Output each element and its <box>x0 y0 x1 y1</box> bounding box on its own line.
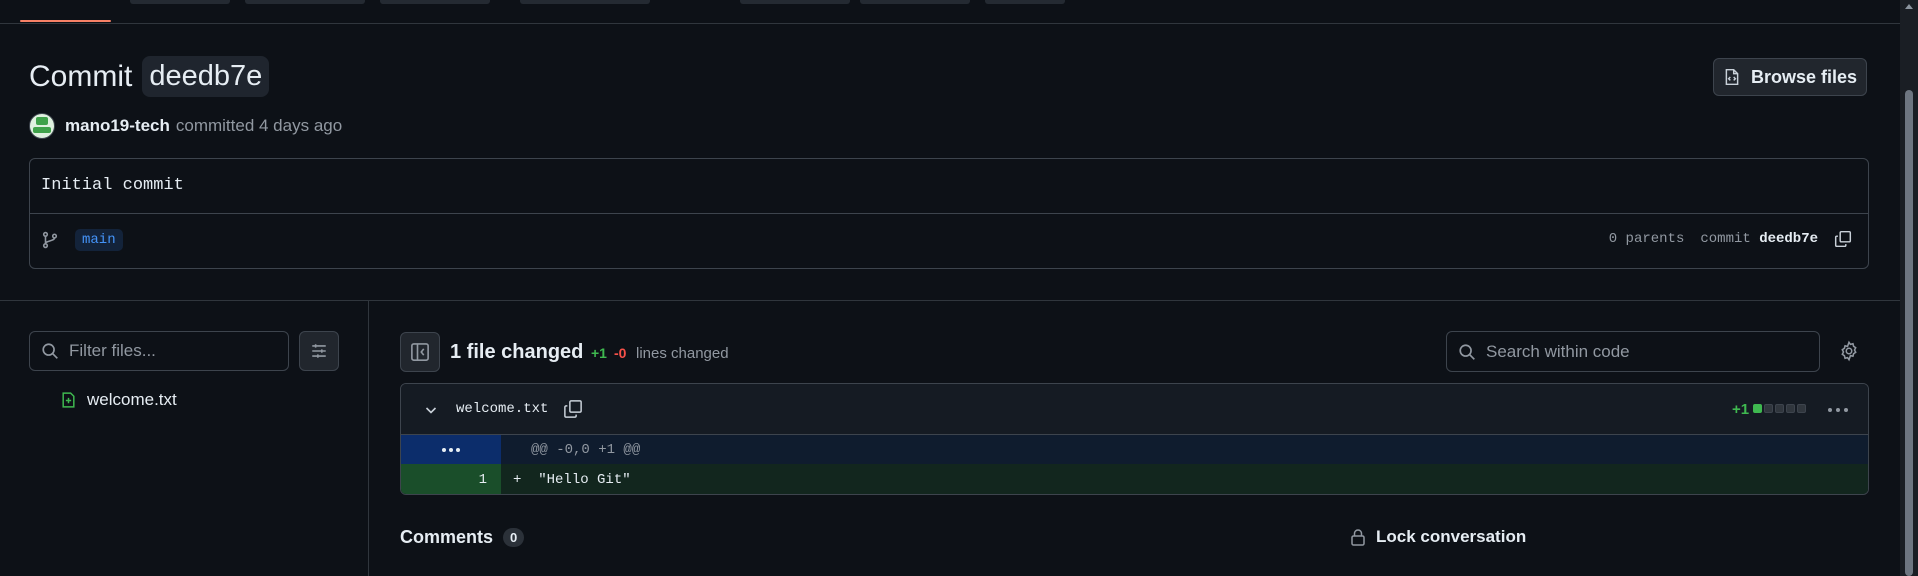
repo-tab[interactable] <box>520 0 650 4</box>
author-link[interactable]: mano19-tech <box>65 116 170 136</box>
hunk-row: @@ -0,0 +1 @@ <box>401 435 1868 464</box>
diff-additions: +1 <box>1732 401 1750 418</box>
diff-marker: + <box>513 472 522 488</box>
repo-tab[interactable] <box>245 0 365 4</box>
page-scrollbar[interactable] <box>1900 0 1918 576</box>
copy-icon[interactable] <box>1834 230 1852 248</box>
commit-message-box: Initial commit main 0 parents commit dee… <box>29 158 1869 269</box>
section-divider <box>0 300 1900 301</box>
sidebar-toggle-button[interactable] <box>400 332 440 372</box>
additions-count: +1 <box>591 345 607 361</box>
file-tree-item[interactable]: welcome.txt <box>60 390 177 410</box>
files-changed-count: 1 file changed <box>450 341 584 363</box>
search-placeholder: Search within code <box>1486 341 1630 361</box>
diffstat <box>1753 404 1806 413</box>
active-tab-indicator <box>20 20 111 22</box>
deletions-count: -0 <box>614 345 627 361</box>
comments-count-badge: 0 <box>503 528 525 547</box>
page-title: Commit deedb7e <box>29 56 270 97</box>
lock-label: Lock conversation <box>1376 527 1527 546</box>
committed-time: committed 4 days ago <box>175 116 343 135</box>
hunk-header: @@ -0,0 +1 @@ <box>531 442 641 458</box>
sliders-icon <box>310 342 328 360</box>
line-number: 1 <box>478 472 487 488</box>
avatar[interactable] <box>29 113 55 139</box>
lines-changed-label: lines changed <box>636 345 729 362</box>
filter-placeholder: Filter files... <box>69 341 156 360</box>
diffstat-block <box>1775 404 1784 413</box>
comments-label: Comments <box>400 527 494 547</box>
repo-tab[interactable] <box>740 0 850 4</box>
filter-options-button[interactable] <box>299 331 339 371</box>
branch-label[interactable]: main <box>75 229 123 251</box>
diff-code: + "Hello Git" <box>513 472 631 488</box>
scroll-up-arrow[interactable] <box>1905 4 1913 9</box>
file-added-icon <box>60 391 77 409</box>
commit-meta: 0 parents commit deedb7e <box>1609 230 1852 248</box>
commit-sha: deedb7e <box>1759 231 1818 247</box>
search-icon <box>1458 343 1476 361</box>
file-tree-name: welcome.txt <box>87 390 177 409</box>
lock-conversation-button[interactable]: Lock conversation <box>1350 527 1526 547</box>
diff-file: welcome.txt +1 @@ -0,0 +1 @@ 1 + "Hello … <box>400 383 1869 495</box>
kebab-icon[interactable] <box>1828 408 1848 412</box>
diffstat-block <box>1786 404 1795 413</box>
comments-heading: Comments 0 <box>400 527 525 548</box>
repo-tab[interactable] <box>130 0 230 4</box>
commit-message: Initial commit <box>41 176 184 195</box>
title-prefix: Commit <box>29 59 133 93</box>
parents-count: 0 parents <box>1608 231 1685 247</box>
browse-files-label: Browse files <box>1750 66 1858 87</box>
diff-filename[interactable]: welcome.txt <box>456 401 548 417</box>
diff-line-text: "Hello Git" <box>538 472 631 488</box>
commit-label: commit <box>1700 231 1751 247</box>
line-number-gutter[interactable]: 1 <box>401 464 501 494</box>
search-icon <box>41 342 59 360</box>
diffstat-block <box>1753 404 1762 413</box>
filter-files-input[interactable]: Filter files... <box>29 331 289 371</box>
browse-files-button[interactable]: Browse files <box>1713 58 1867 96</box>
scrollbar-thumb[interactable] <box>1905 90 1913 576</box>
divider <box>30 213 1868 214</box>
expand-hunk-button[interactable] <box>401 435 501 464</box>
diff-line-added: 1 + "Hello Git" <box>401 464 1868 494</box>
sidebar-divider <box>368 300 369 576</box>
commit-author-row: mano19-tech committed 4 days ago <box>29 113 342 139</box>
file-code-icon <box>1723 68 1741 86</box>
repo-nav-bar <box>0 0 1900 24</box>
repo-tab[interactable] <box>860 0 970 4</box>
search-within-code-input[interactable]: Search within code <box>1446 331 1820 372</box>
repo-tab[interactable] <box>380 0 490 4</box>
lock-icon <box>1350 528 1366 546</box>
git-branch-icon <box>41 231 59 249</box>
diffstat-block <box>1797 404 1806 413</box>
sidebar-collapse-icon <box>410 342 430 362</box>
chevron-down-icon[interactable] <box>423 402 439 418</box>
gear-icon[interactable] <box>1838 340 1860 362</box>
commit-sha-title: deedb7e <box>142 56 270 97</box>
copy-icon[interactable] <box>563 399 583 419</box>
diff-file-header: welcome.txt +1 <box>401 384 1868 435</box>
diffstat-block <box>1764 404 1773 413</box>
repo-tab[interactable] <box>985 0 1065 4</box>
